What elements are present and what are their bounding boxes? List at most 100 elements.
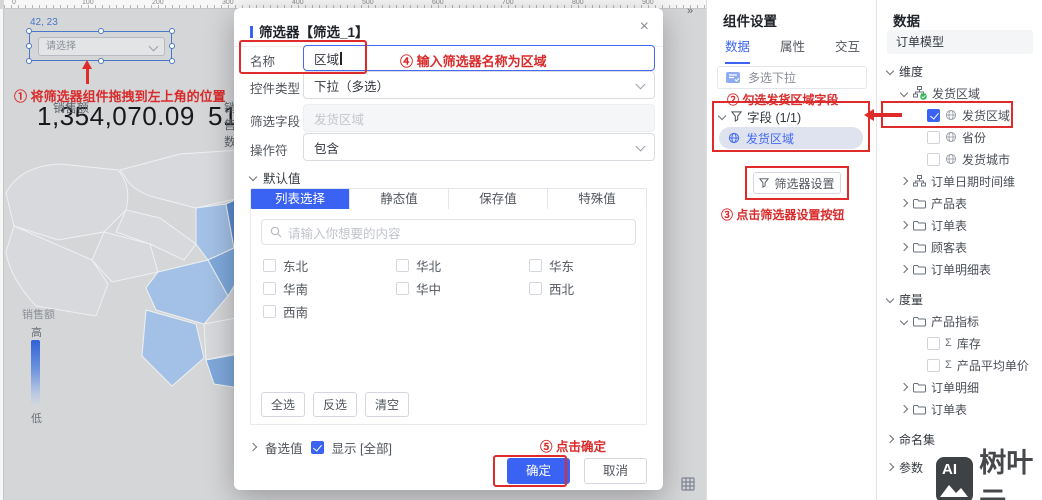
field-group-header[interactable]: 字段 (1/1)	[719, 107, 801, 126]
checkbox-icon[interactable]	[529, 259, 542, 272]
tree-checkbox[interactable]	[927, 152, 940, 166]
tab-静态值[interactable]: 静态值	[350, 189, 449, 209]
field-item-shipping-region[interactable]: 发货区域	[719, 127, 863, 149]
resize-handle[interactable]	[26, 43, 32, 49]
settings-tab-交互[interactable]: 交互	[835, 36, 860, 64]
mountain-icon	[940, 485, 969, 497]
list-action-全选[interactable]: 全选	[261, 392, 306, 417]
filter-settings-button[interactable]: 筛选器设置	[753, 172, 841, 194]
checkbox-icon[interactable]	[396, 282, 409, 295]
tree-item-订单日期时间维[interactable]: 订单日期时间维	[877, 170, 1042, 192]
display-all-checkbox[interactable]	[310, 441, 324, 454]
ok-button[interactable]: 确定	[506, 458, 570, 484]
tab-保存值[interactable]: 保存值	[449, 189, 548, 209]
tree-item-产品指标[interactable]: 产品指标	[877, 310, 1042, 332]
tree-item-label: 订单明细	[931, 380, 980, 395]
operator-select[interactable]: 包含	[303, 133, 655, 161]
grid-view-icon[interactable]	[681, 477, 695, 491]
tree-item-订单表[interactable]: 订单表	[877, 214, 1042, 236]
tree-item-产品表[interactable]: 产品表	[877, 192, 1042, 214]
list-action-buttons: 全选 反选 清空	[261, 392, 410, 417]
filter-widget-selected[interactable]: 请选择	[26, 28, 175, 64]
tree-item-发货城市[interactable]: 发货城市	[877, 148, 1042, 170]
tree-checkbox[interactable]	[927, 336, 940, 350]
chevron-right-icon[interactable]	[887, 436, 894, 443]
filter-dropdown[interactable]: 请选择	[38, 37, 165, 56]
resize-handle[interactable]	[26, 28, 32, 34]
tree-item-label: 订单表	[931, 402, 968, 417]
chevron-right-icon[interactable]	[901, 222, 908, 229]
settings-panel-title: 组件设置	[723, 14, 777, 29]
settings-tab-属性[interactable]: 属性	[780, 36, 805, 64]
value-search-input[interactable]: 请输入你想要的内容	[261, 219, 636, 245]
folder-icon	[913, 316, 926, 327]
chevron-down-icon[interactable]	[901, 90, 908, 97]
value-option[interactable]: 华东	[529, 256, 574, 275]
settings-tab-数据[interactable]: 数据	[725, 36, 751, 64]
chevron-right-icon[interactable]	[901, 384, 908, 391]
resize-handle[interactable]	[97, 28, 104, 34]
chevron-right-icon[interactable]	[901, 406, 908, 413]
chevron-right-icon[interactable]	[901, 244, 908, 251]
tab-列表选择[interactable]: 列表选择	[251, 189, 350, 209]
chevron-right-icon[interactable]	[901, 178, 908, 185]
data-panel: 数据 订单模型 维度 发货区域 发货区域 省份 发货城市 订单日期时间维 产品表 订单表 顾客表…	[876, 0, 1042, 500]
tree-item-label: 发货区域	[932, 86, 981, 101]
list-action-清空[interactable]: 清空	[365, 392, 410, 417]
tree-item-顾客表[interactable]: 顾客表	[877, 236, 1042, 258]
resize-handle[interactable]	[26, 58, 32, 64]
tree-item-维度[interactable]: 维度	[877, 60, 1042, 82]
tree-item-label: 命名集	[899, 432, 936, 447]
tree-item-度量[interactable]: 度量	[877, 288, 1042, 310]
resize-handle[interactable]	[97, 58, 104, 64]
checkbox-icon[interactable]	[396, 259, 409, 272]
tree-item-库存[interactable]: Σ 库存	[877, 332, 1042, 354]
value-option[interactable]: 华北	[396, 256, 441, 275]
chevron-right-icon[interactable]	[887, 464, 894, 471]
tree-item-产品平均单价[interactable]: Σ 产品平均单价	[877, 354, 1042, 376]
metric-sales-amount[interactable]: 销售额 1,354,070.09	[37, 99, 195, 132]
alternate-values-label[interactable]: 备选值	[265, 438, 303, 457]
filter-field-input: 发货区域	[303, 104, 655, 132]
value-option[interactable]: 华南	[263, 279, 308, 298]
default-value-tabs: 列表选择 静态值 保存值 特殊值	[250, 188, 647, 210]
value-option[interactable]: 西北	[529, 279, 574, 298]
tree-checkbox[interactable]	[927, 108, 940, 122]
chevron-right-icon[interactable]	[901, 200, 908, 207]
tree-item-label: 产品平均单价	[956, 358, 1029, 373]
resize-handle[interactable]	[169, 43, 175, 49]
tree-item-订单明细[interactable]: 订单明细	[877, 376, 1042, 398]
tree-item-发货区域[interactable]: 发货区域	[877, 82, 1042, 104]
tab-特殊值[interactable]: 特殊值	[548, 189, 646, 209]
chevron-right-icon[interactable]	[901, 266, 908, 273]
chevron-down-icon[interactable]	[901, 318, 908, 325]
panel-collapse-icon[interactable]: »	[687, 5, 693, 17]
checkbox-icon[interactable]	[263, 305, 276, 318]
control-type-select[interactable]: 下拉（多选）	[303, 71, 655, 99]
tree-item-省份[interactable]: 省份	[877, 126, 1042, 148]
checkbox-icon[interactable]	[263, 259, 276, 272]
cancel-button[interactable]: 取消	[583, 458, 647, 484]
checkbox-icon[interactable]	[529, 282, 542, 295]
checkbox-icon[interactable]	[263, 282, 276, 295]
list-action-反选[interactable]: 反选	[313, 392, 358, 417]
tree-item-订单明细表[interactable]: 订单明细表	[877, 258, 1042, 280]
data-model-select[interactable]: 订单模型	[887, 30, 1033, 54]
tree-checkbox[interactable]	[927, 358, 940, 372]
value-option[interactable]: 东北	[263, 256, 308, 275]
tree-checkbox[interactable]	[927, 130, 940, 144]
title-accent-bar	[250, 26, 253, 38]
default-value-section-header[interactable]: 默认值	[250, 168, 301, 187]
chevron-down-icon[interactable]	[887, 296, 894, 303]
display-all-label: 显示 [全部]	[331, 442, 392, 456]
value-option[interactable]: 西南	[263, 302, 308, 321]
resize-handle[interactable]	[169, 28, 175, 34]
tree-item-订单表[interactable]: 订单表	[877, 398, 1042, 420]
resize-handle[interactable]	[169, 58, 175, 64]
widget-type-row[interactable]: 多选下拉	[717, 66, 867, 89]
chevron-right-icon[interactable]	[250, 444, 257, 451]
value-option[interactable]: 华中	[396, 279, 441, 298]
chevron-down-icon[interactable]	[887, 68, 894, 75]
close-icon[interactable]: ×	[640, 18, 649, 36]
